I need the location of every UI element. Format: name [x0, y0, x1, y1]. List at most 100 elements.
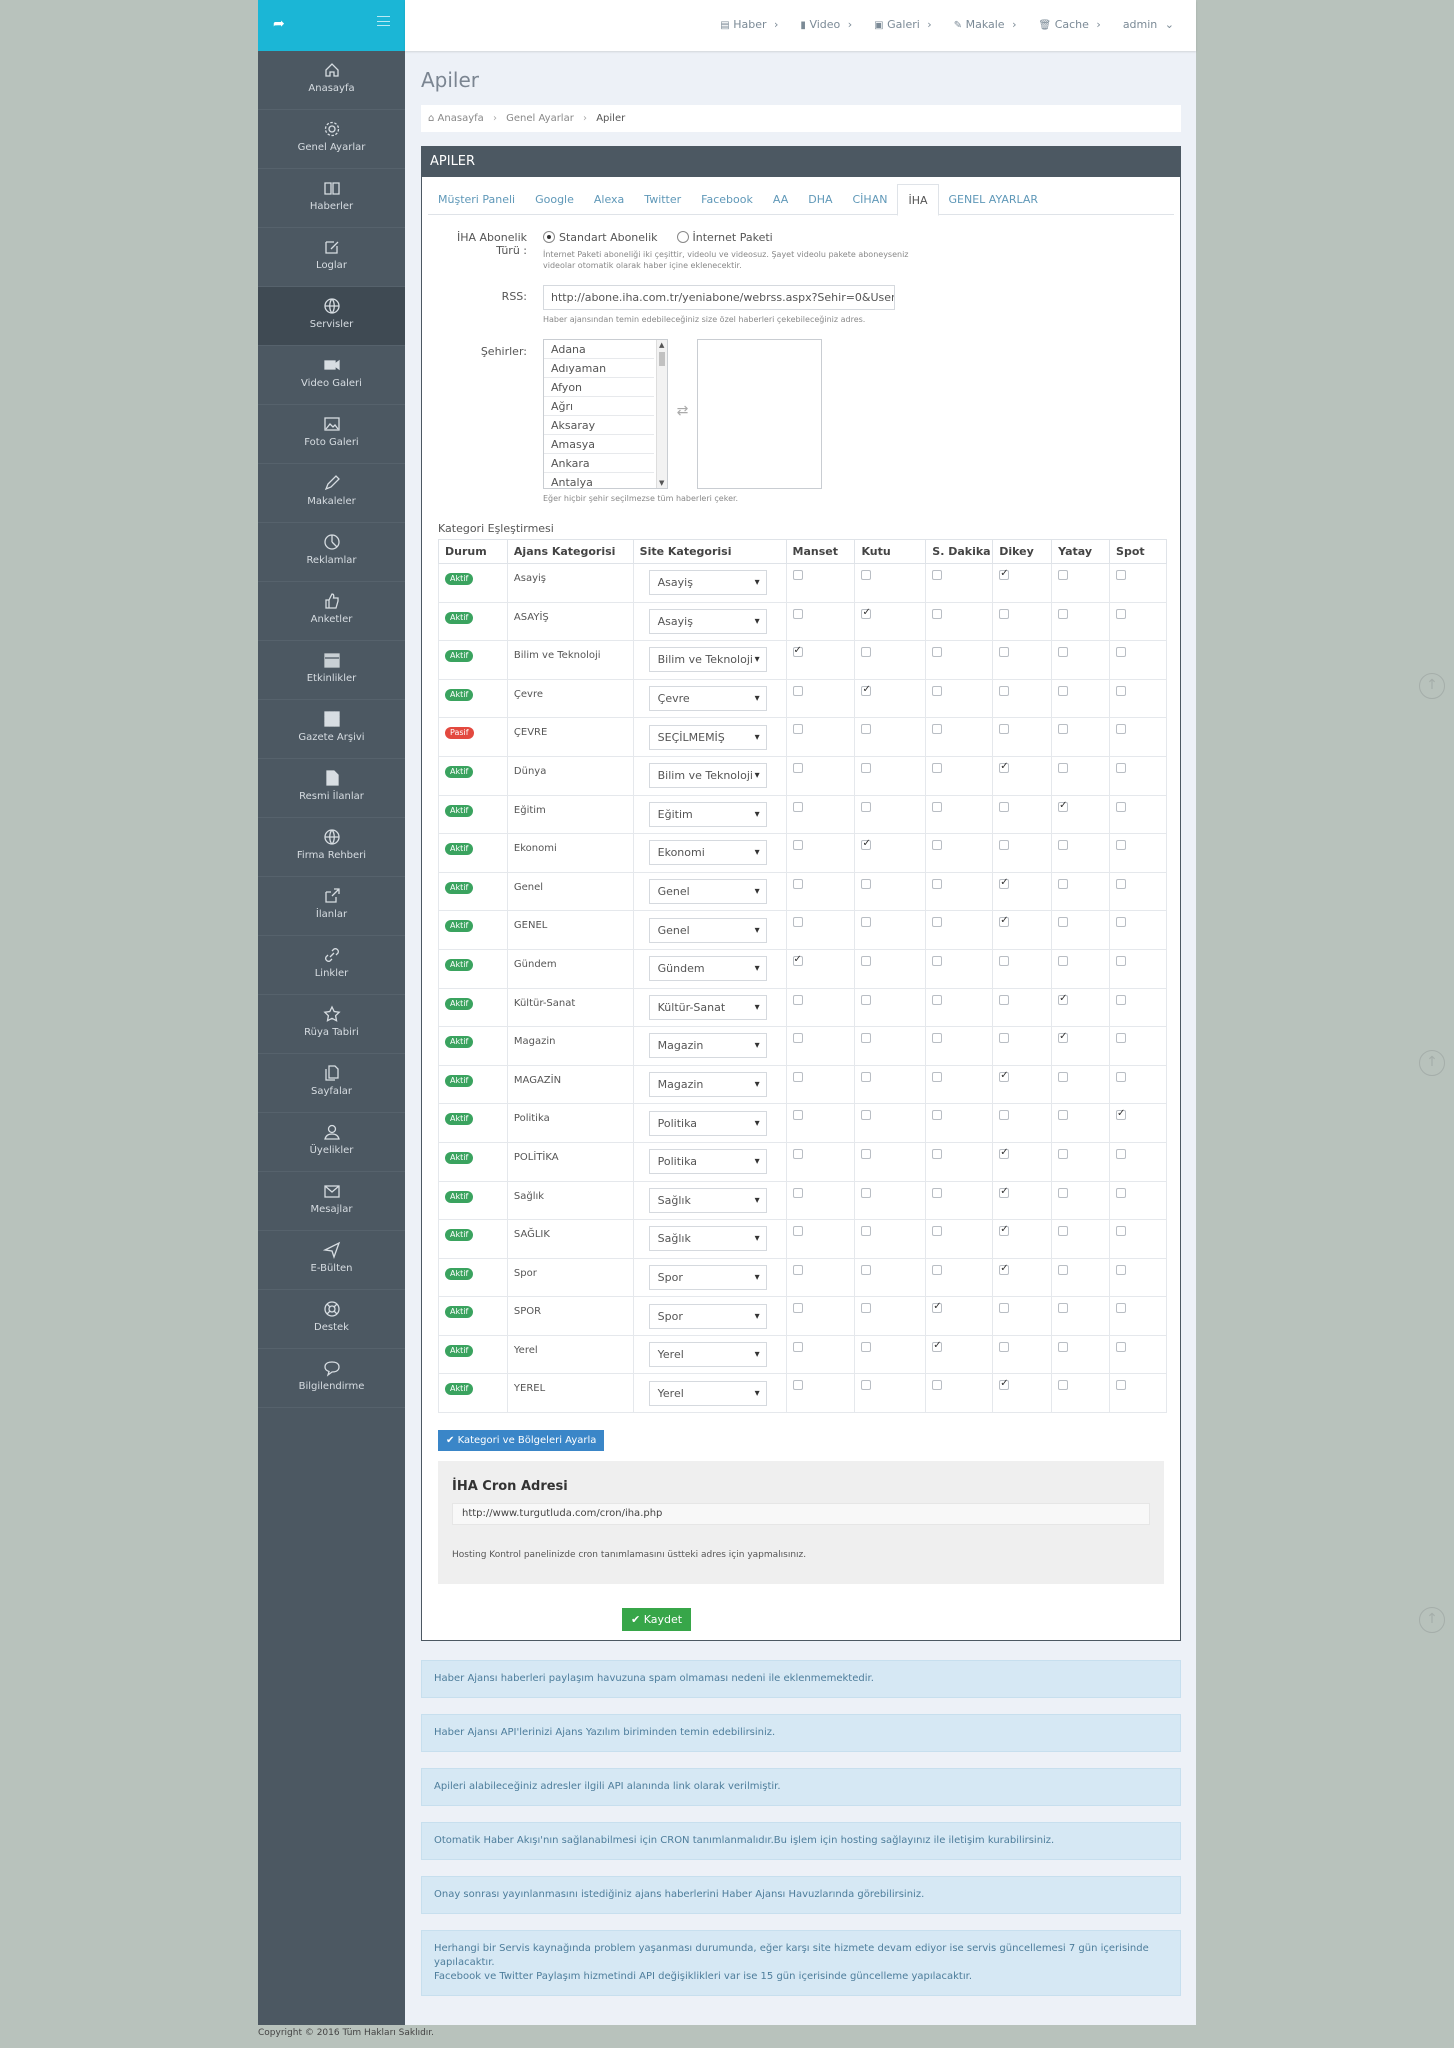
sidebar-item[interactable]: Mesajlar — [258, 1172, 405, 1231]
api-tab[interactable]: GENEL AYARLAR — [939, 184, 1049, 214]
site-category-select[interactable]: SEÇİLMEMİŞ — [648, 724, 767, 750]
option-checkbox[interactable] — [999, 1341, 1010, 1352]
city-option[interactable]: Adıyaman — [544, 359, 654, 378]
option-checkbox[interactable] — [932, 994, 943, 1005]
sidebar-item[interactable]: Linkler — [258, 936, 405, 995]
option-checkbox[interactable] — [999, 761, 1010, 773]
option-checkbox[interactable] — [999, 877, 1010, 889]
site-category-select[interactable]: Bilim ve Teknoloji — [648, 763, 767, 789]
option-checkbox[interactable] — [861, 1033, 872, 1044]
share-icon[interactable]: ➦ — [273, 16, 285, 32]
option-checkbox[interactable] — [932, 1340, 943, 1352]
option-checkbox[interactable] — [1058, 800, 1069, 812]
sidebar-item[interactable]: Bilgilendirme — [258, 1349, 405, 1408]
sidebar-item[interactable]: Loglar — [258, 228, 405, 287]
sidebar-item[interactable]: Reklamlar — [258, 523, 405, 582]
site-category-select[interactable]: Politika — [648, 1149, 767, 1175]
option-checkbox[interactable] — [792, 645, 803, 658]
option-checkbox[interactable] — [861, 917, 872, 928]
option-checkbox[interactable] — [1058, 878, 1069, 889]
city-option[interactable]: Adana — [544, 340, 654, 359]
sidebar-item[interactable]: Video Galeri — [258, 346, 405, 405]
option-checkbox[interactable] — [1116, 994, 1127, 1005]
scroll-top-icon[interactable]: ↑ — [1419, 673, 1445, 699]
option-checkbox[interactable] — [792, 840, 803, 851]
sidebar-item[interactable]: Makaleler — [258, 464, 405, 523]
api-tab[interactable]: DHA — [798, 184, 842, 214]
scroll-top-icon[interactable]: ↑ — [1419, 1607, 1445, 1633]
city-option[interactable]: Amasya — [544, 435, 654, 454]
option-checkbox[interactable] — [932, 762, 943, 773]
sidebar-item[interactable]: İlanlar — [258, 877, 405, 936]
option-checkbox[interactable] — [1058, 993, 1069, 1005]
option-checkbox[interactable] — [792, 1341, 803, 1352]
sidebar-item[interactable]: Üyelikler — [258, 1113, 405, 1172]
city-list[interactable]: ▲ ▼ Adana Adıyaman Afyon Ağrı Aksaray Amasya An… — [543, 339, 668, 489]
option-checkbox[interactable] — [861, 955, 872, 966]
option-checkbox[interactable] — [1058, 647, 1069, 658]
rss-input[interactable]: http://abone.iha.com.tr/yeniabone/webrss… — [543, 285, 895, 310]
option-checkbox[interactable] — [1116, 1226, 1127, 1237]
option-checkbox[interactable] — [999, 1303, 1010, 1314]
option-checkbox[interactable] — [861, 1341, 872, 1352]
option-checkbox[interactable] — [861, 878, 872, 889]
option-checkbox[interactable] — [1116, 1108, 1127, 1121]
sidebar-item[interactable]: Gazete Arşivi — [258, 700, 405, 759]
option-checkbox[interactable] — [792, 570, 803, 580]
option-checkbox[interactable] — [861, 684, 872, 696]
option-checkbox[interactable] — [792, 1110, 803, 1121]
option-checkbox[interactable] — [932, 570, 943, 580]
option-checkbox[interactable] — [861, 607, 872, 619]
site-category-select[interactable]: Genel — [648, 879, 767, 905]
option-checkbox[interactable] — [861, 1226, 872, 1237]
site-category-select[interactable]: Eğitim — [648, 801, 767, 827]
option-checkbox[interactable] — [1116, 1187, 1127, 1198]
option-checkbox[interactable] — [1058, 1187, 1069, 1198]
top-menu-item[interactable]: ✎ Makale — [954, 18, 1017, 31]
api-tab[interactable]: Facebook — [691, 184, 763, 214]
option-checkbox[interactable] — [861, 762, 872, 773]
city-option[interactable]: Aksaray — [544, 416, 654, 435]
option-checkbox[interactable] — [932, 878, 943, 889]
site-category-select[interactable]: Kültür-Sanat — [648, 994, 767, 1020]
option-checkbox[interactable] — [932, 1110, 943, 1121]
option-checkbox[interactable] — [792, 917, 803, 928]
option-checkbox[interactable] — [932, 1071, 943, 1082]
option-checkbox[interactable] — [861, 1380, 872, 1391]
option-checkbox[interactable] — [1116, 1380, 1127, 1391]
option-checkbox[interactable] — [1058, 1341, 1069, 1352]
city-option[interactable]: Antalya — [544, 473, 654, 488]
option-checkbox[interactable] — [861, 1148, 872, 1159]
site-category-select[interactable]: Magazin — [648, 1033, 767, 1059]
option-checkbox[interactable] — [1058, 685, 1069, 696]
option-checkbox[interactable] — [1058, 608, 1069, 619]
site-category-select[interactable]: Ekonomi — [648, 840, 767, 866]
option-checkbox[interactable] — [1116, 1341, 1127, 1352]
option-checkbox[interactable] — [932, 955, 943, 966]
site-category-select[interactable]: Bilim ve Teknoloji — [648, 647, 767, 673]
option-checkbox[interactable] — [1058, 955, 1069, 966]
site-category-select[interactable]: Sağlık — [648, 1226, 767, 1252]
option-checkbox[interactable] — [932, 801, 943, 812]
sidebar-item[interactable]: Destek — [258, 1290, 405, 1349]
option-checkbox[interactable] — [932, 608, 943, 619]
option-checkbox[interactable] — [861, 1187, 872, 1198]
save-button[interactable]: ✔ Kaydet — [622, 1608, 691, 1632]
site-category-select[interactable]: Spor — [648, 1303, 767, 1329]
site-category-select[interactable]: Asayiş — [648, 570, 767, 596]
site-category-select[interactable]: Asayiş — [648, 608, 767, 634]
sidebar-item[interactable]: Foto Galeri — [258, 405, 405, 464]
option-checkbox[interactable] — [1116, 917, 1127, 928]
sidebar-item[interactable]: E-Bülten — [258, 1231, 405, 1290]
option-checkbox[interactable] — [1058, 1264, 1069, 1275]
sidebar-item[interactable]: Etkinlikler — [258, 641, 405, 700]
option-checkbox[interactable] — [1116, 801, 1127, 812]
option-checkbox[interactable] — [932, 685, 943, 696]
sidebar-item[interactable]: Genel Ayarlar — [258, 110, 405, 169]
breadcrumb-home[interactable]: Anasayfa — [438, 113, 484, 124]
option-checkbox[interactable] — [792, 685, 803, 696]
option-checkbox[interactable] — [1116, 840, 1127, 851]
option-checkbox[interactable] — [932, 917, 943, 928]
option-checkbox[interactable] — [1058, 1031, 1069, 1044]
option-checkbox[interactable] — [1058, 1303, 1069, 1314]
